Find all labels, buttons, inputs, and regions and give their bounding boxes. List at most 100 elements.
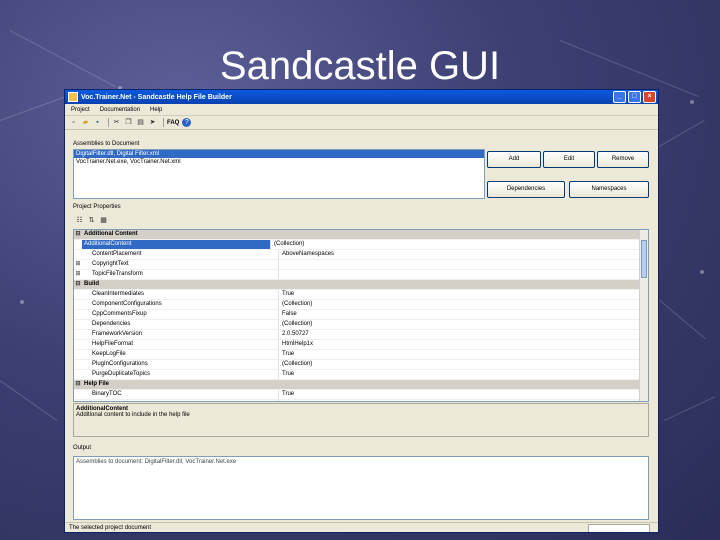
expand-toggle-icon[interactable]: ⊟ [74,280,82,289]
property-name: AdditionalContent [82,240,270,249]
expand-toggle-icon[interactable]: ⊟ [74,230,82,239]
help-description: Additional content to include in the hel… [76,412,190,418]
property-category[interactable]: ⊟ Additional Content [74,230,648,240]
vertical-scrollbar[interactable] [639,230,648,401]
property-name: Dependencies [92,321,131,327]
property-value[interactable] [278,400,648,401]
property-value[interactable]: AboveNamespaces [278,250,648,259]
paste-icon[interactable]: ▤ [136,118,145,127]
expand-toggle-icon[interactable]: ⊟ [74,380,82,389]
property-row[interactable]: ComponentConfigurations (Collection) [74,300,648,310]
property-value[interactable]: HtmlHelp1x [278,340,648,349]
property-value[interactable]: True [278,370,648,379]
cut-icon[interactable]: ✂ [112,118,121,127]
property-row[interactable]: PurgeDuplicateTopics True [74,370,648,380]
expand-toggle-icon [74,360,82,369]
property-name: HelpFileFormat [92,341,134,347]
property-row[interactable]: AdditionalContent (Collection) [74,240,648,250]
menu-documentation[interactable]: Documentation [100,107,140,113]
minimize-button[interactable]: _ [613,91,626,103]
property-value[interactable] [278,270,648,279]
namespaces-button[interactable]: Namespaces [569,181,649,198]
property-name: Help File [84,381,110,387]
open-icon[interactable]: ▰ [81,118,90,127]
app-window: Voc.Trainer.Net - Sandcastle Help File B… [64,89,659,533]
menu-help[interactable]: Help [150,107,162,113]
expand-toggle-icon [74,240,82,249]
property-row[interactable]: CppCommentsFixup False [74,310,648,320]
property-name: ComponentConfigurations [92,301,162,307]
expand-toggle-icon [74,310,82,319]
property-value[interactable]: (Collection) [278,320,648,329]
menu-project[interactable]: Project [71,107,90,113]
property-row[interactable]: CleanIntermediates True [74,290,648,300]
categorized-icon[interactable]: ☷ [75,216,84,225]
expand-toggle-icon [74,370,82,379]
assemblies-list[interactable]: DigitalFilter.dll, Digital Filter.xml Vo… [73,149,485,199]
property-row[interactable]: ⊞ TopicFileTransform [74,270,648,280]
window-titlebar[interactable]: Voc.Trainer.Net - Sandcastle Help File B… [65,90,658,104]
edit-button[interactable]: Edit [543,151,595,168]
property-name: ContentPlacement [92,251,142,257]
property-row[interactable]: KeepLogFile True [74,350,648,360]
property-name: CopyrightText [92,261,129,267]
property-row[interactable]: CopyrightHref [74,400,648,401]
dependencies-button[interactable]: Dependencies [487,181,565,198]
expand-toggle-icon [74,290,82,299]
property-value[interactable]: True [278,290,648,299]
help-icon[interactable]: ? [182,118,192,127]
property-row[interactable]: PlugInConfigurations (Collection) [74,360,648,370]
status-progress [588,524,650,532]
list-item[interactable]: VocTrainer.Net.exe, VocTrainer.Net.xml [74,158,484,166]
property-row[interactable]: BinaryTOC True [74,390,648,400]
property-value[interactable]: 2.0.50727 [278,330,648,339]
property-name: CppCommentsFixup [92,311,147,317]
property-row[interactable]: ContentPlacement AboveNamespaces [74,250,648,260]
new-project-icon[interactable]: ▫ [69,118,78,127]
output-text: Assemblies to document: DigitalFilter.dl… [76,459,237,465]
property-value[interactable]: False [278,310,648,319]
property-name: KeepLogFile [92,351,126,357]
property-value[interactable] [278,260,648,269]
list-item[interactable]: DigitalFilter.dll, Digital Filter.xml [74,150,484,158]
faq-button[interactable]: FAQ [167,120,179,126]
property-name: Build [84,281,99,287]
expand-toggle-icon[interactable]: ⊞ [74,270,82,279]
property-category[interactable]: ⊟ Build [74,280,648,290]
expand-toggle-icon[interactable]: ⊞ [74,260,82,269]
expand-toggle-icon [74,340,82,349]
property-pages-icon[interactable]: ▦ [99,216,108,225]
properties-group-label: Project Properties [73,204,121,210]
alphabetical-icon[interactable]: ⇅ [87,216,96,225]
property-value[interactable]: (Collection) [278,300,648,309]
output-group-label: Output [73,445,92,451]
property-row[interactable]: ⊞ CopyrightText [74,260,648,270]
output-textbox[interactable]: Assemblies to document: DigitalFilter.dl… [73,456,649,520]
maximize-button[interactable]: □ [628,91,641,103]
property-name: Additional Content [84,231,138,237]
slide-title: Sandcastle GUI [219,44,501,88]
property-row[interactable]: HelpFileFormat HtmlHelp1x [74,340,648,350]
property-name: PurgeDuplicateTopics [92,371,151,377]
property-grid[interactable]: ⊟ Additional Content AdditionalContent (Col… [73,229,649,402]
copy-icon[interactable]: ❐ [124,118,133,127]
close-button[interactable]: × [643,91,656,103]
property-row[interactable]: Dependencies (Collection) [74,320,648,330]
toolbar: ▫ ▰ ▪ ✂ ❐ ▤ ➤ FAQ ? [65,116,658,130]
remove-button[interactable]: Remove [597,151,649,168]
property-row[interactable]: FrameworkVersion 2.0.50727 [74,330,648,340]
sources-group-label: Assemblies to Document [73,141,140,147]
save-icon[interactable]: ▪ [93,118,102,127]
expand-toggle-icon [74,320,82,329]
build-icon[interactable]: ➤ [148,118,157,127]
add-button[interactable]: Add [487,151,541,168]
property-help-panel: AdditionalContent Additional content to … [73,403,649,437]
property-value[interactable]: (Collection) [270,240,648,249]
expand-toggle-icon [74,300,82,309]
property-value[interactable]: True [278,390,648,399]
property-value[interactable]: (Collection) [278,360,648,369]
property-value[interactable]: True [278,350,648,359]
property-name: CleanIntermediates [92,291,145,297]
property-category[interactable]: ⊟ Help File [74,380,648,390]
scrollbar-thumb[interactable] [641,240,647,278]
